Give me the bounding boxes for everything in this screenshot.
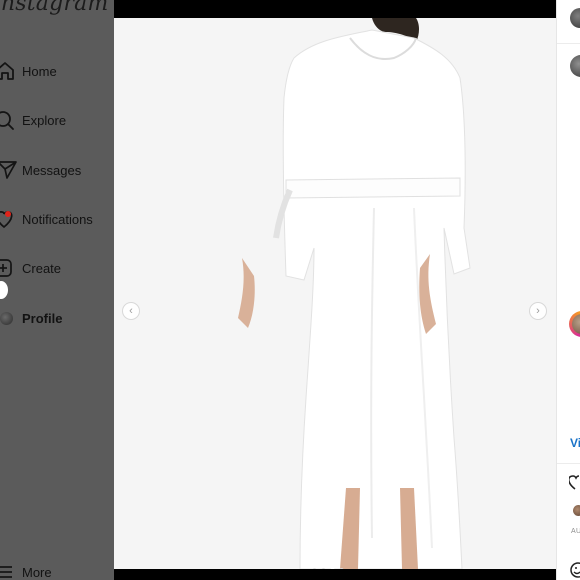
post-media-stage: ‹ › (114, 0, 556, 580)
robe-photo-illustration (114, 18, 556, 569)
sidebar: Instagram Home Explore Messages Notifica… (0, 0, 114, 580)
instagram-logo[interactable]: Instagram (0, 0, 108, 16)
sidebar-item-label: Create (22, 260, 62, 276)
carousel-dot (321, 568, 326, 569)
sidebar-item-label: Explore (22, 112, 67, 128)
sidebar-item-label: Messages (22, 162, 82, 178)
emoji-button[interactable] (569, 561, 580, 580)
sidebar-item-create[interactable]: Create (0, 256, 61, 280)
chevron-left-icon: ‹ (129, 305, 133, 317)
profile-avatar (0, 311, 13, 325)
avatar (0, 307, 22, 329)
sidebar-item-messages[interactable]: Messages (0, 158, 81, 182)
heart-icon (567, 475, 580, 490)
post-details-panel: Vi AU (556, 0, 580, 580)
search-icon (0, 109, 22, 131)
post-date: AU (571, 528, 580, 535)
sidebar-item-explore[interactable]: Explore (0, 108, 66, 132)
heart-icon (0, 208, 22, 230)
like-button[interactable] (567, 472, 580, 497)
carousel-next-button[interactable]: › (529, 302, 547, 320)
carousel-dot (312, 568, 317, 569)
menu-icon (0, 561, 22, 580)
sidebar-item-label: Home (22, 63, 57, 79)
carousel-dot (339, 568, 344, 569)
sidebar-item-more[interactable]: More (0, 560, 52, 580)
sidebar-item-home[interactable]: Home (0, 59, 57, 83)
commenter-avatar[interactable] (570, 55, 580, 77)
story-avatar[interactable] (569, 311, 580, 337)
sidebar-item-label: More (22, 564, 52, 580)
sidebar-item-profile[interactable]: Profile (0, 306, 62, 330)
chevron-right-icon: › (536, 305, 540, 317)
author-avatar[interactable] (570, 8, 580, 28)
sidebar-item-label: Notifications (22, 211, 93, 227)
view-comments-link[interactable]: Vi (570, 436, 580, 450)
carousel-dot-active (330, 568, 335, 569)
carousel-prev-button[interactable]: ‹ (122, 302, 140, 320)
home-icon (0, 60, 22, 82)
divider (557, 43, 580, 44)
smiley-icon (570, 562, 580, 578)
send-icon (0, 159, 22, 181)
sidebar-item-notifications[interactable]: Notifications (0, 207, 93, 231)
scroll-indicator (0, 281, 8, 299)
liker-avatar[interactable] (573, 505, 580, 516)
carousel-dots (312, 568, 344, 569)
plus-square-icon (0, 257, 22, 279)
sidebar-item-label: Profile (22, 310, 63, 326)
divider (557, 463, 580, 464)
post-image[interactable]: ‹ › (114, 18, 556, 569)
